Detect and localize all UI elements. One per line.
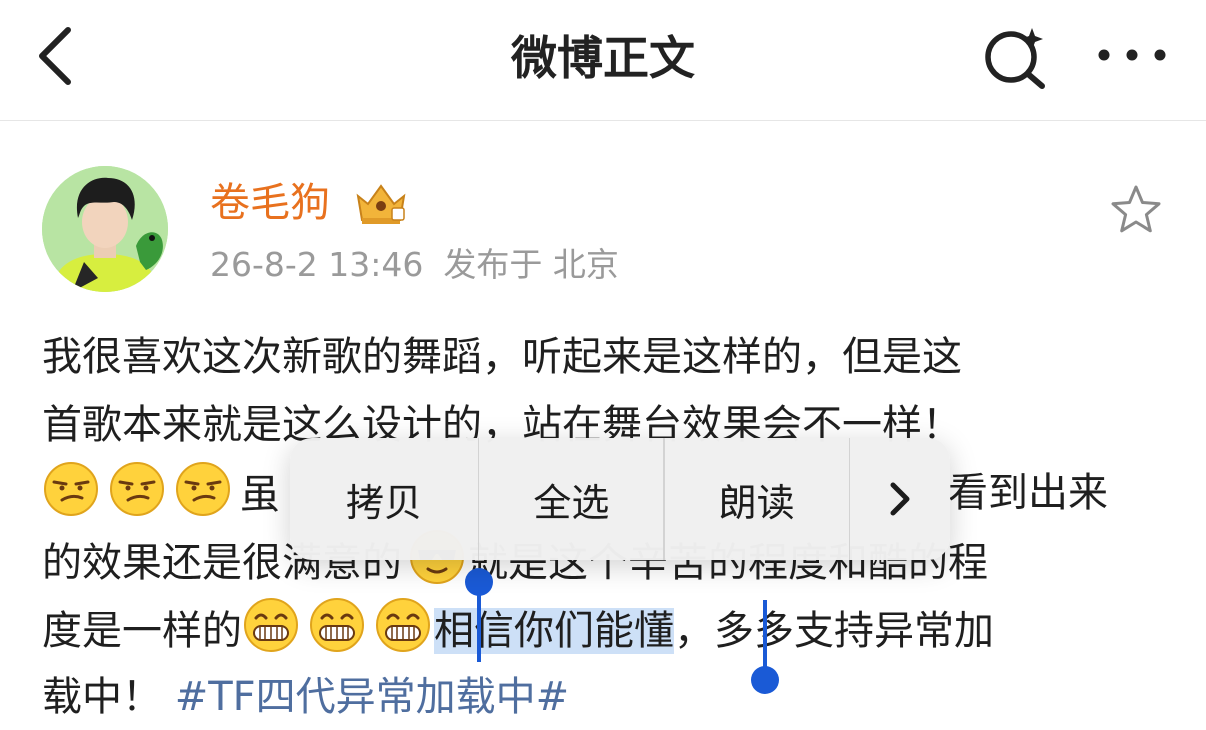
avatar-portrait-icon — [42, 166, 168, 292]
grin-emoji-icon — [374, 596, 432, 654]
avatar[interactable] — [42, 166, 168, 292]
selection-end-handle[interactable] — [751, 600, 779, 696]
search-button[interactable] — [980, 20, 1052, 92]
grin-emoji-icon — [242, 596, 300, 654]
more-button[interactable] — [1092, 30, 1172, 80]
post-text-line-3-tail: 看到出来 — [948, 470, 1108, 516]
star-outline-icon — [1111, 185, 1161, 233]
post-text-line-1: 我很喜欢这次新歌的舞蹈，听起来是这样的，但是这 — [42, 334, 962, 380]
selection-start-handle[interactable] — [465, 568, 493, 664]
text-context-menu: 拷贝 全选 朗读 — [290, 438, 950, 560]
post-text-line-5: 度是一样的 相信你们能懂，多多支持异常加 — [42, 596, 994, 662]
grin-emoji-icon — [308, 596, 366, 654]
chevron-right-icon — [890, 482, 910, 516]
post-timestamp: 26-8-2 13:46 — [210, 245, 424, 284]
smirk-emoji-icon — [108, 460, 166, 518]
crown-badge-icon — [352, 178, 410, 228]
hashtag-link[interactable]: #TF四代异常加载中# — [175, 674, 569, 720]
post-text-line-6: 载中！ #TF四代异常加载中# — [42, 664, 569, 730]
smirk-emoji-icon — [42, 460, 100, 518]
favorite-button[interactable] — [1108, 182, 1164, 238]
post-text-line-5-a: 度是一样的 — [42, 608, 242, 654]
search-sparkle-icon — [985, 28, 1045, 89]
post-text-line-3-start: 虽 — [240, 472, 280, 518]
author-name[interactable]: 卷毛狗 — [210, 176, 330, 230]
menu-more-button[interactable] — [850, 438, 950, 560]
post-location: 发布于 北京 — [443, 245, 619, 284]
copy-button[interactable]: 拷贝 — [290, 438, 478, 560]
more-dots-icon — [1098, 49, 1166, 61]
read-aloud-button[interactable]: 朗读 — [665, 438, 849, 560]
select-all-button[interactable]: 全选 — [479, 438, 663, 560]
smirk-emoji-icon — [174, 460, 232, 518]
post-text-line-5-b: ，多多支持异常加 — [674, 608, 994, 654]
nav-bar: 微博正文 — [0, 0, 1206, 121]
post-text-line-6-a: 载中！ — [42, 674, 162, 720]
post-meta: 26-8-2 13:46 发布于 北京 — [210, 242, 619, 288]
